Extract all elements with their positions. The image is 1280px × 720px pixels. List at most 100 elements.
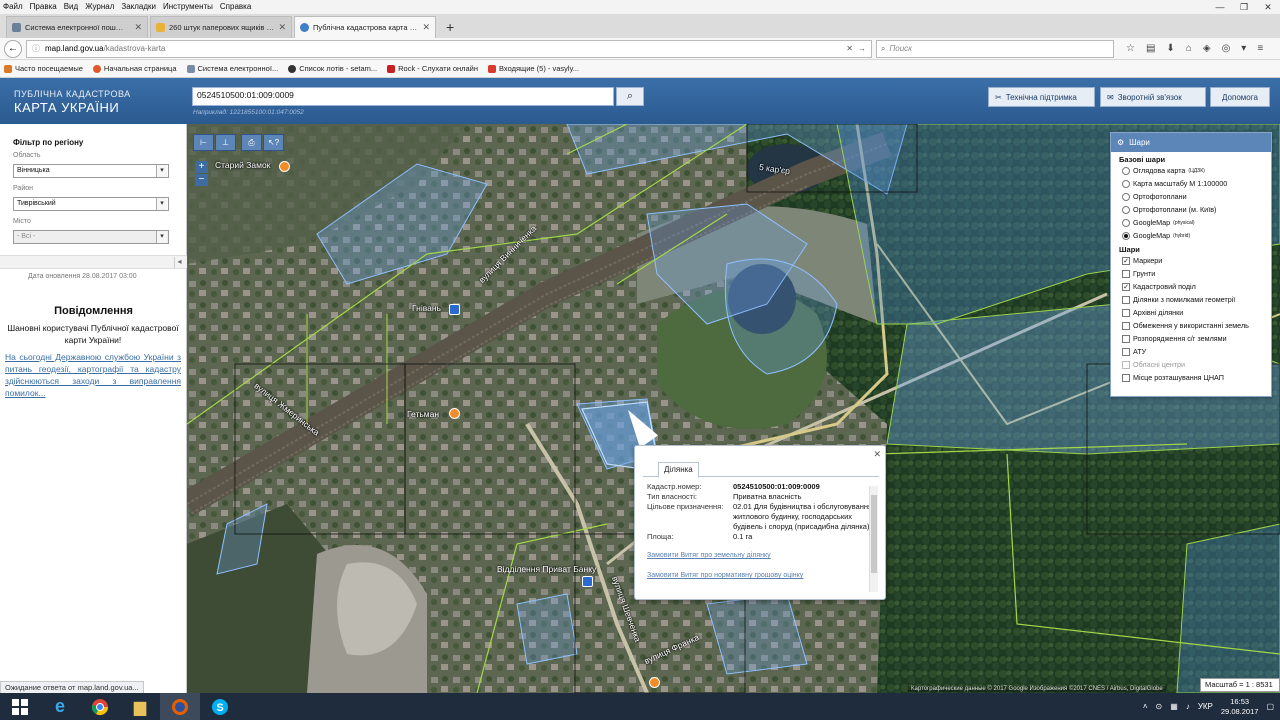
menu-help[interactable]: Справка xyxy=(220,0,251,14)
bookmark-item[interactable]: Список лотів - setam... xyxy=(288,64,377,73)
measure-area-tool[interactable]: ⊥ xyxy=(215,134,236,151)
library-icon[interactable]: ▤ xyxy=(1146,43,1155,54)
restaurant-marker-icon[interactable] xyxy=(649,677,660,688)
layers-header[interactable]: ⚙ Шари xyxy=(1111,133,1271,152)
radio-button-selected[interactable] xyxy=(1122,231,1130,240)
layer-soils[interactable]: Грунти xyxy=(1111,267,1271,280)
radio-button[interactable] xyxy=(1122,218,1130,227)
hamburger-menu-icon[interactable]: ≡ xyxy=(1257,43,1263,54)
layer-markers[interactable]: Маркери xyxy=(1111,254,1271,267)
layer-cnap[interactable]: Місце розташування ЦНАП xyxy=(1111,371,1271,384)
explorer-taskbar-icon[interactable]: ▆ xyxy=(120,693,160,720)
scrollbar-thumb[interactable] xyxy=(871,495,877,573)
checkbox[interactable] xyxy=(1122,334,1130,343)
home-icon[interactable]: ⌂ xyxy=(1186,43,1192,54)
menu-bookmarks[interactable]: Закладки xyxy=(121,0,156,14)
clear-url-icon[interactable]: ✕ xyxy=(846,44,853,53)
chrome-taskbar-icon[interactable] xyxy=(80,693,120,720)
bookmark-item[interactable]: Входящие (5) - vasyly... xyxy=(488,64,579,73)
info-tool[interactable]: ↖? xyxy=(263,134,284,151)
tray-expand-icon[interactable]: ˄ xyxy=(1143,702,1148,711)
menu-view[interactable]: Вид xyxy=(64,0,78,14)
radio-button[interactable] xyxy=(1122,179,1130,188)
order-extract-link[interactable]: Замовити Витяг про земельну ділянку xyxy=(647,552,879,559)
checkbox[interactable] xyxy=(1122,321,1130,330)
back-button[interactable]: ← xyxy=(4,39,22,58)
logo-line1[interactable]: ПУБЛІЧНА КАДАСТРОВА xyxy=(14,89,131,99)
layer-agri-disposal[interactable]: Розпорядження с/г землями xyxy=(1111,332,1271,345)
tab-close-icon[interactable]: ✕ xyxy=(422,22,430,33)
menu-history[interactable]: Журнал xyxy=(85,0,114,14)
layer-archive[interactable]: Архівні ділянки xyxy=(1111,306,1271,319)
bank-marker-icon[interactable] xyxy=(582,576,593,587)
base-layer-google-physical[interactable]: GoogleMap (physical) xyxy=(1111,216,1271,229)
popup-scrollbar[interactable] xyxy=(869,486,878,592)
menu-tools[interactable]: Инструменты xyxy=(163,0,213,14)
search-button[interactable]: ⌕ xyxy=(616,87,644,106)
bookmark-item[interactable]: Rock - Слухати онлайн xyxy=(387,64,478,73)
checkbox[interactable] xyxy=(1122,360,1130,369)
browser-search-input[interactable]: ⌕ Поиск xyxy=(876,39,1114,58)
feedback-button[interactable]: ✉ Зворотній зв'язок xyxy=(1100,87,1206,107)
ie-taskbar-icon[interactable]: e xyxy=(40,693,80,720)
keyboard-language[interactable]: УКР xyxy=(1198,702,1213,711)
news-link[interactable]: На сьогодні Державною службою України з … xyxy=(5,351,181,399)
bookmark-item[interactable]: Начальная страница xyxy=(92,64,177,73)
tab-parcel[interactable]: Ділянка xyxy=(658,462,699,478)
bookmark-item[interactable]: Часто посещаемые xyxy=(4,64,83,73)
print-tool[interactable]: ⎙ xyxy=(241,134,262,151)
checkbox[interactable] xyxy=(1122,269,1130,278)
info-icon[interactable]: ⓘ xyxy=(32,43,40,54)
firefox-taskbar-icon[interactable] xyxy=(160,693,200,720)
bookmark-item[interactable]: Система електронної... xyxy=(186,64,278,73)
checkbox[interactable] xyxy=(1122,373,1130,382)
tab-kadastr[interactable]: Публічна кадастрова карта … ✕ xyxy=(294,16,436,38)
tab-close-icon[interactable]: ✕ xyxy=(134,22,142,33)
checkbox[interactable] xyxy=(1122,347,1130,356)
minimize-icon[interactable]: — xyxy=(1208,0,1232,14)
menu-file[interactable]: Файл xyxy=(3,0,23,14)
layer-cadastral[interactable]: Кадастровий поділ xyxy=(1111,280,1271,293)
radio-button[interactable] xyxy=(1122,192,1130,201)
layer-restrictions[interactable]: Обмеження у використанні земель xyxy=(1111,319,1271,332)
district-select[interactable]: Тиврівський xyxy=(13,197,169,211)
layer-oblast-centers[interactable]: Обласні центри xyxy=(1111,358,1271,371)
url-bar[interactable]: ⓘ map.land.gov.ua/kadastrova-karta ✕ → xyxy=(26,39,872,58)
tech-support-button[interactable]: ✂ Технічна підтримка xyxy=(988,87,1095,107)
new-tab-button[interactable]: + xyxy=(438,19,462,38)
tab-close-icon[interactable]: ✕ xyxy=(278,22,286,33)
zoom-out-button[interactable]: − xyxy=(195,174,208,186)
overflow-icon[interactable]: ▾ xyxy=(1241,43,1246,54)
radio-button[interactable] xyxy=(1122,205,1130,214)
cadastral-search-input[interactable]: 0524510500:01:009:0009 xyxy=(192,87,614,106)
extension-icon[interactable]: ◎ xyxy=(1222,43,1231,54)
collapse-arrow-icon[interactable]: ◂ xyxy=(174,257,184,268)
city-select[interactable]: - Всі - xyxy=(13,230,169,244)
checkbox[interactable] xyxy=(1122,295,1130,304)
base-layer-100000[interactable]: Карта масштабу М 1:100000 xyxy=(1111,177,1271,190)
window-close-icon[interactable]: ✕ xyxy=(1256,0,1280,14)
notification-icon[interactable]: ▢ xyxy=(1266,702,1274,711)
maximize-icon[interactable]: ❐ xyxy=(1232,0,1256,14)
layer-atu[interactable]: АТУ xyxy=(1111,345,1271,358)
base-layer-overview[interactable]: Оглядова карта (ЦДЗК) xyxy=(1111,164,1271,177)
go-arrow-icon[interactable]: → xyxy=(858,44,866,53)
download-icon[interactable]: ⬇ xyxy=(1166,43,1174,54)
checkbox-checked[interactable] xyxy=(1122,282,1130,291)
bookmark-star-icon[interactable]: ☆ xyxy=(1126,43,1135,54)
skype-taskbar-icon[interactable]: S xyxy=(200,693,240,720)
layer-geometry-errors[interactable]: Ділянки з помилками геометрії xyxy=(1111,293,1271,306)
tab-email[interactable]: Система електронної пош… ✕ xyxy=(6,16,148,38)
skype-tray-icon[interactable]: ⊙ xyxy=(1156,702,1163,711)
clock[interactable]: 16:53 29.08.2017 xyxy=(1221,697,1259,717)
checkbox[interactable] xyxy=(1122,308,1130,317)
pocket-icon[interactable]: ◈ xyxy=(1203,43,1211,54)
restaurant-marker-icon[interactable] xyxy=(279,161,290,172)
logo-line2[interactable]: КАРТА УКРАЇНИ xyxy=(14,100,119,115)
station-marker-icon[interactable] xyxy=(449,304,460,315)
radio-button[interactable] xyxy=(1122,166,1130,175)
zoom-in-button[interactable]: + xyxy=(195,161,208,173)
base-layer-google-hybrid[interactable]: GoogleMap (hybrid) xyxy=(1111,229,1271,242)
base-layer-orthophoto[interactable]: Ортофотоплани xyxy=(1111,190,1271,203)
checkbox-checked[interactable] xyxy=(1122,256,1130,265)
